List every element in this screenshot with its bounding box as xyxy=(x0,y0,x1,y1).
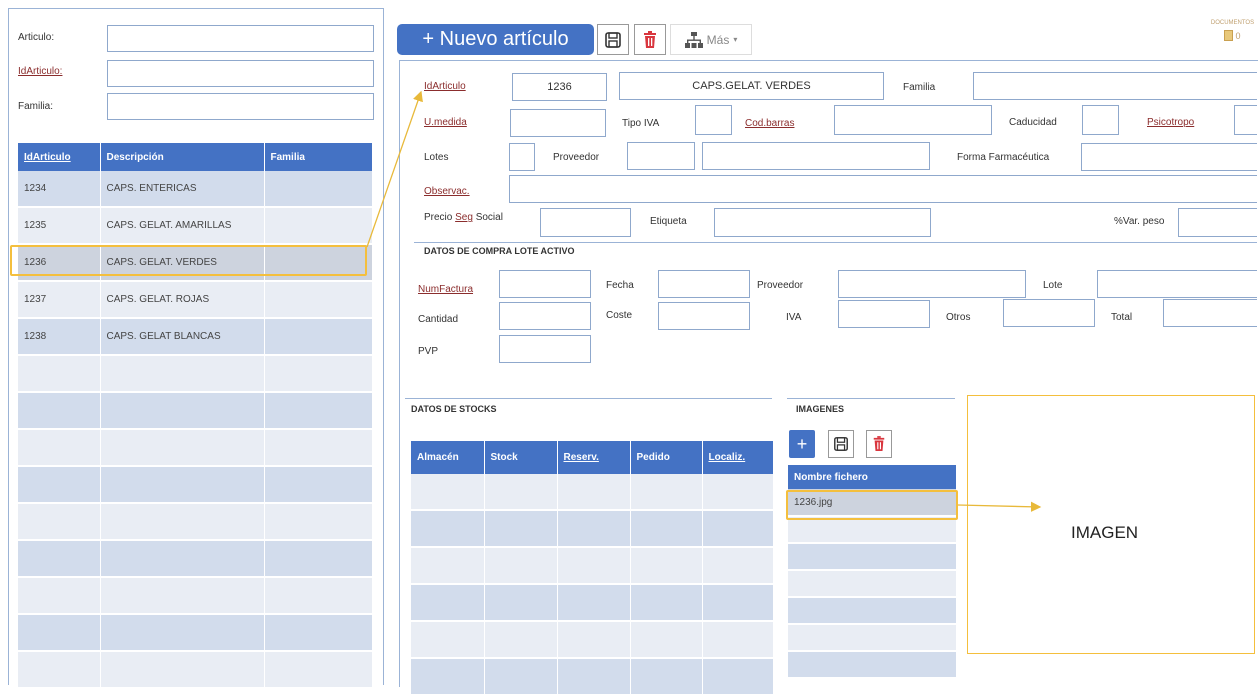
arrow-row-to-form xyxy=(366,90,423,248)
arrow-file-to-preview xyxy=(957,501,1042,512)
annotation-arrows xyxy=(366,90,1042,512)
